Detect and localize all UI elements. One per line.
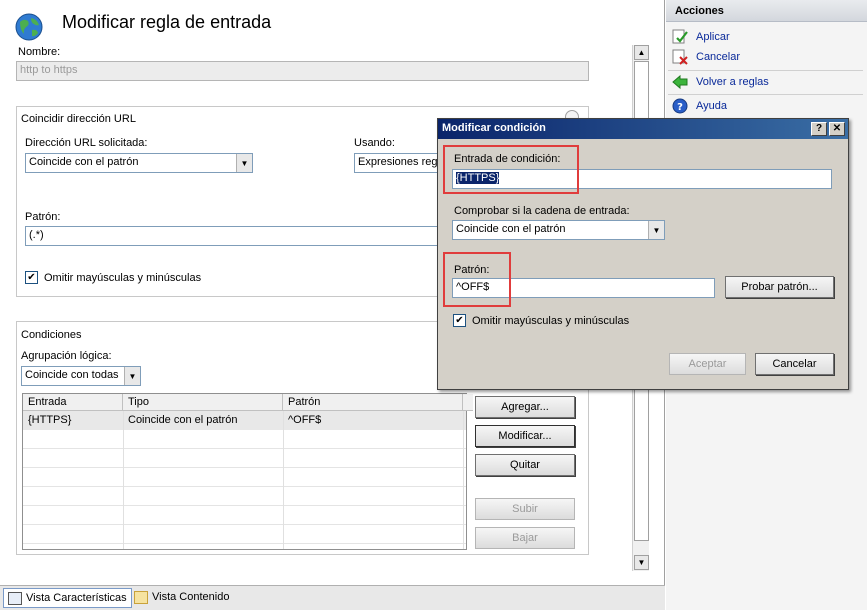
scroll-up-icon[interactable]: ▲ xyxy=(634,45,649,60)
page-title: Modificar regla de entrada xyxy=(62,12,272,32)
action-back-to-rules[interactable]: Volver a reglas xyxy=(672,73,769,91)
content-view-label: Vista Contenido xyxy=(152,591,230,603)
action-cancel[interactable]: Cancelar xyxy=(672,48,740,66)
dialog-ignore-case-checkbox[interactable]: ✔ xyxy=(453,314,466,327)
url-pattern-label: Patrón: xyxy=(25,211,61,223)
dialog-ok-button[interactable]: Aceptar xyxy=(669,353,746,375)
dialog-titlebar: Modificar condición xyxy=(438,119,848,139)
chevron-down-icon: ▼ xyxy=(124,367,140,385)
match-url-group-label: Coincidir dirección URL xyxy=(21,113,136,125)
add-condition-button[interactable]: Agregar... xyxy=(475,396,575,418)
action-apply-label: Aplicar xyxy=(696,31,730,43)
requested-url-value: Coincide con el patrón xyxy=(29,156,139,168)
grouping-select[interactable]: Coincide con todas ▼ xyxy=(21,366,141,386)
grouping-label: Agrupación lógica: xyxy=(21,350,112,362)
content-view-icon xyxy=(134,591,148,604)
action-cancel-label: Cancelar xyxy=(696,51,741,63)
dialog-ignore-case-label: Omitir mayúsculas y minúsculas xyxy=(472,315,630,327)
check-if-value: Coincide con el patrón xyxy=(456,223,566,235)
actions-divider xyxy=(668,70,863,71)
edit-condition-button[interactable]: Modificar... xyxy=(475,425,575,447)
dialog-title: Modificar condición xyxy=(442,122,546,134)
remove-condition-button[interactable]: Quitar xyxy=(475,454,575,476)
table-empty-rows xyxy=(23,430,466,549)
tab-content-view[interactable]: Vista Contenido xyxy=(130,588,233,608)
url-ignore-case-label: Omitir mayúsculas y minúsculas xyxy=(44,272,202,284)
row-type-cell: Coincide con el patrón xyxy=(128,414,238,426)
using-value: Expresiones reg xyxy=(358,156,438,168)
chevron-down-icon: ▼ xyxy=(648,221,664,239)
dialog-cancel-button[interactable]: Cancelar xyxy=(755,353,834,375)
url-ignore-case-checkbox[interactable]: ✔ xyxy=(25,271,38,284)
dialog-close-button[interactable]: ✕ xyxy=(829,122,845,136)
check-if-label: Comprobar si la cadena de entrada: xyxy=(454,205,630,217)
url-pattern-input[interactable]: (.*) xyxy=(25,226,439,246)
grouping-value: Coincide con todas xyxy=(25,369,119,381)
dialog-help-button[interactable]: ? xyxy=(811,122,827,136)
actions-divider xyxy=(668,94,863,95)
requested-url-select[interactable]: Coincide con el patrón ▼ xyxy=(25,153,253,173)
svg-text:?: ? xyxy=(677,102,683,113)
check-if-select[interactable]: Coincide con el patrón ▼ xyxy=(452,220,665,240)
column-header-pattern[interactable]: Patrón xyxy=(283,394,463,411)
test-pattern-button[interactable]: Probar patrón... xyxy=(725,276,834,298)
edit-condition-dialog: Modificar condición ? ✕ Entrada de condi… xyxy=(437,118,849,390)
move-down-button[interactable]: Bajar xyxy=(475,527,575,549)
name-field[interactable]: http to https xyxy=(16,61,589,81)
highlight-box xyxy=(443,145,579,194)
chevron-down-icon: ▼ xyxy=(236,154,252,172)
action-back-label: Volver a reglas xyxy=(696,76,769,88)
row-input-cell: {HTTPS} xyxy=(28,414,72,426)
highlight-box xyxy=(443,252,511,307)
features-view-icon xyxy=(8,592,22,605)
using-select[interactable]: Expresiones reg xyxy=(354,153,439,173)
name-label: Nombre: xyxy=(18,46,61,58)
apply-icon xyxy=(672,29,688,45)
help-icon: ? xyxy=(672,98,688,114)
using-label: Usando: xyxy=(354,137,395,149)
actions-header: Acciones xyxy=(666,0,867,22)
move-up-button[interactable]: Subir xyxy=(475,498,575,520)
back-arrow-icon xyxy=(672,74,688,90)
view-tabs-bar: Vista Características Vista Contenido xyxy=(0,585,665,610)
scroll-down-icon[interactable]: ▼ xyxy=(634,555,649,570)
column-header-input[interactable]: Entrada xyxy=(23,394,123,411)
features-view-label: Vista Características xyxy=(26,592,127,604)
action-help[interactable]: ? Ayuda xyxy=(672,97,727,115)
tab-features-view[interactable]: Vista Características xyxy=(3,588,132,608)
action-apply[interactable]: Aplicar xyxy=(672,28,730,46)
action-help-label: Ayuda xyxy=(696,100,727,112)
cancel-icon xyxy=(672,49,688,65)
requested-url-label: Dirección URL solicitada: xyxy=(25,137,148,149)
globe-icon xyxy=(14,12,44,42)
conditions-group-label: Condiciones xyxy=(21,329,82,341)
table-row[interactable]: {HTTPS} Coincide con el patrón ^OFF$ xyxy=(23,411,466,430)
conditions-table[interactable]: Entrada Tipo Patrón {HTTPS} Coincide con… xyxy=(22,393,473,550)
column-header-type[interactable]: Tipo xyxy=(123,394,283,411)
row-pattern-cell: ^OFF$ xyxy=(288,414,322,426)
